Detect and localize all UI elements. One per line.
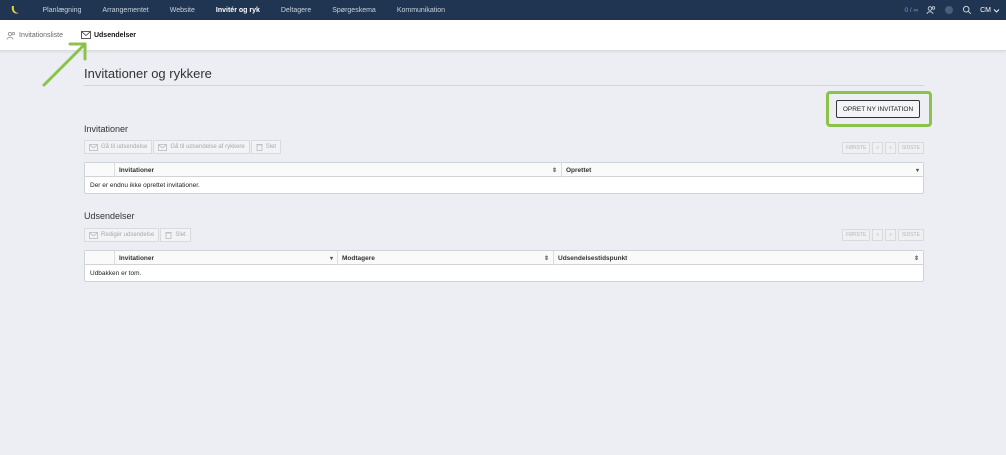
goto-dispatch-label: Gå til udsendelse <box>101 144 148 150</box>
nav-item-event[interactable]: Arrangementet <box>92 7 159 14</box>
nav-item-survey[interactable]: Spørgeskema <box>322 7 387 14</box>
pager-prev-button[interactable]: « <box>872 229 884 241</box>
pager-prev-button[interactable]: « <box>872 142 884 154</box>
title-divider <box>84 85 924 86</box>
table-header: Invitationer ▾ Modtagere ⇕ Udsendelsesti… <box>85 251 923 265</box>
quota-counter: 0 / ∞ <box>904 6 919 14</box>
goto-reminder-dispatch-label: Gå til udsendelse af rykkere <box>170 144 245 150</box>
column-header-label: Invitationer <box>119 166 155 174</box>
table-header: Invitationer ⇕ Oprettet ▾ <box>85 163 923 177</box>
user-initials: CM <box>980 6 991 14</box>
delete-dispatch-button[interactable]: Slet <box>160 228 191 242</box>
column-header-invitations[interactable]: Invitationer ▾ <box>115 251 338 265</box>
dispatches-toolbar: Redigér udsendelse Slet <box>84 228 192 242</box>
pager-first-button[interactable]: FØRSTE <box>842 229 871 241</box>
sort-down-icon: ▾ <box>329 255 333 262</box>
invitations-toolbar: Gå til udsendelse Gå til udsendelse af r… <box>84 140 282 154</box>
empty-row: Der er endnu ikke oprettet invitationer. <box>90 181 200 189</box>
select-column-header[interactable] <box>85 163 115 177</box>
edit-dispatch-button[interactable]: Redigér udsendelse <box>84 228 160 242</box>
page-title: Invitationer og rykkere <box>84 66 212 81</box>
column-header-label: Oprettet <box>566 166 592 174</box>
globe-icon[interactable] <box>944 5 954 15</box>
nav-item-communication[interactable]: Kommunikation <box>386 7 455 14</box>
invitations-pager: FØRSTE « » SIDSTE <box>842 142 924 154</box>
nav-item-planning[interactable]: Planlægning <box>32 7 92 14</box>
tab-dispatches-label: Udsendelser <box>93 31 136 39</box>
sort-icon: ⇕ <box>543 255 549 262</box>
top-nav: Planlægning Arrangementet Website Invité… <box>0 0 1006 20</box>
pager-first-button[interactable]: FØRSTE <box>842 142 871 154</box>
nav-item-website[interactable]: Website <box>159 7 205 14</box>
tab-invitation-list[interactable]: Invitationsliste <box>6 31 63 40</box>
envelope-icon <box>81 31 91 39</box>
pager-next-button[interactable]: » <box>885 142 896 154</box>
create-invitation-button[interactable]: OPRET NY INVITATION <box>836 100 920 118</box>
invitations-table: Invitationer ⇕ Oprettet ▾ Der er endnu i… <box>84 162 924 194</box>
delete-invitation-button[interactable]: Slet <box>250 140 282 154</box>
column-header-label: Modtagere <box>342 254 375 262</box>
envelope-icon <box>89 143 98 151</box>
annotation-arrow-icon <box>42 42 87 87</box>
column-header-label: Invitationer <box>119 254 155 262</box>
dispatches-pager: FØRSTE « » SIDSTE <box>842 229 924 241</box>
delete-invitation-label: Slet <box>265 144 277 150</box>
sort-icon: ⇕ <box>913 255 919 262</box>
trash-icon <box>165 232 173 239</box>
tab-invitation-list-label: Invitationsliste <box>19 31 63 39</box>
column-header-label: Udsendelsestidspunkt <box>558 254 628 262</box>
column-header-created[interactable]: Oprettet ▾ <box>562 163 923 177</box>
column-header-recipients[interactable]: Modtagere ⇕ <box>338 251 554 265</box>
edit-dispatch-label: Redigér udsendelse <box>101 232 155 238</box>
pager-next-button[interactable]: » <box>885 229 896 241</box>
pager-last-button[interactable]: SIDSTE <box>897 229 924 241</box>
goto-dispatch-button[interactable]: Gå til udsendelse <box>84 140 153 154</box>
envelope-icon <box>158 143 168 151</box>
sort-down-icon: ▾ <box>915 167 919 174</box>
select-column-header[interactable] <box>85 251 115 265</box>
envelope-icon <box>89 231 98 239</box>
column-header-dispatch-time[interactable]: Udsendelsestidspunkt ⇕ <box>554 251 923 265</box>
trash-icon <box>256 144 263 151</box>
app-logo-icon[interactable] <box>4 0 26 20</box>
chevron-down-icon <box>993 8 1000 13</box>
user-menu[interactable]: CM <box>980 7 1000 14</box>
search-icon[interactable] <box>962 5 972 15</box>
delete-dispatch-label: Slet <box>175 232 186 238</box>
users-icon[interactable] <box>926 5 936 15</box>
invitations-section-title: Invitationer <box>84 124 129 134</box>
tab-dispatches[interactable]: Udsendelser <box>81 31 136 39</box>
sub-nav: Invitationsliste Udsendelser <box>0 20 1006 51</box>
dispatches-table: Invitationer ▾ Modtagere ⇕ Udsendelsesti… <box>84 250 924 282</box>
goto-reminder-dispatch-button[interactable]: Gå til udsendelse af rykkere <box>153 140 250 154</box>
users-icon <box>6 31 16 40</box>
sort-icon: ⇕ <box>551 167 557 174</box>
nav-item-participants[interactable]: Deltagere <box>270 7 321 14</box>
pager-last-button[interactable]: SIDSTE <box>897 142 924 154</box>
nav-item-invite[interactable]: Invitér og ryk <box>205 7 270 14</box>
dispatches-section-title: Udsendelser <box>84 211 135 221</box>
column-header-invitations[interactable]: Invitationer ⇕ <box>115 163 562 177</box>
empty-row: Udbakken er tom. <box>90 269 142 277</box>
